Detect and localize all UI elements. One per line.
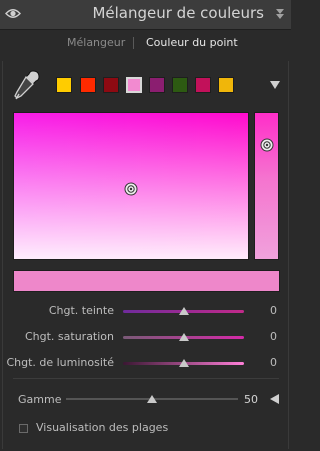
strip-target-icon[interactable] [260,138,274,152]
slider-label-luminosite: Chgt. de luminosité [6,356,114,369]
slider-label-saturation: Chgt. saturation [24,330,114,343]
panel-title: Mélangeur de couleurs [92,4,264,22]
saturation-strip[interactable] [254,112,279,260]
gamma-slider-thumb[interactable] [147,395,157,403]
range-preview-checkbox[interactable] [19,424,28,433]
slider-value-saturation: 0 [270,330,277,343]
picker-target-icon[interactable] [124,182,138,196]
swatch-pink[interactable] [126,77,142,93]
tab-couleur-du-point[interactable]: Couleur du point [146,36,238,49]
swatch-gold[interactable] [218,77,234,93]
gamma-value[interactable]: 50 [244,393,258,406]
swatch-dark-red[interactable] [103,77,119,93]
slider-thumb-saturation[interactable] [179,333,189,341]
range-preview-label: Visualisation des plages [36,421,169,434]
collapse-icon[interactable] [275,8,285,20]
tab-separator [133,37,134,49]
swatch-magenta[interactable] [149,77,165,93]
eyedropper-icon[interactable] [13,69,41,103]
slider-label-teinte: Chgt. teinte [48,304,114,317]
panel-header: Mélangeur de couleurs [0,0,291,30]
slider-thumb-luminosite[interactable] [179,359,189,367]
mode-tabs: Mélangeur Couleur du point [0,36,291,54]
swatch-crimson[interactable] [195,77,211,93]
swatch-yellow[interactable] [56,77,72,93]
section-divider [13,378,279,379]
swatch-menu-icon[interactable] [270,80,280,90]
gamma-expand-icon[interactable] [270,394,279,404]
swatch-green[interactable] [172,77,188,93]
slider-value-luminosite: 0 [270,356,277,369]
eye-icon[interactable] [5,7,21,20]
gamma-label: Gamme [18,393,62,406]
swatch-red[interactable] [80,77,96,93]
hue-saturation-picker[interactable] [13,112,249,260]
tab-melangeur[interactable]: Mélangeur [67,36,125,49]
slider-thumb-teinte[interactable] [179,307,189,315]
slider-value-teinte: 0 [270,304,277,317]
color-preview [13,270,280,292]
